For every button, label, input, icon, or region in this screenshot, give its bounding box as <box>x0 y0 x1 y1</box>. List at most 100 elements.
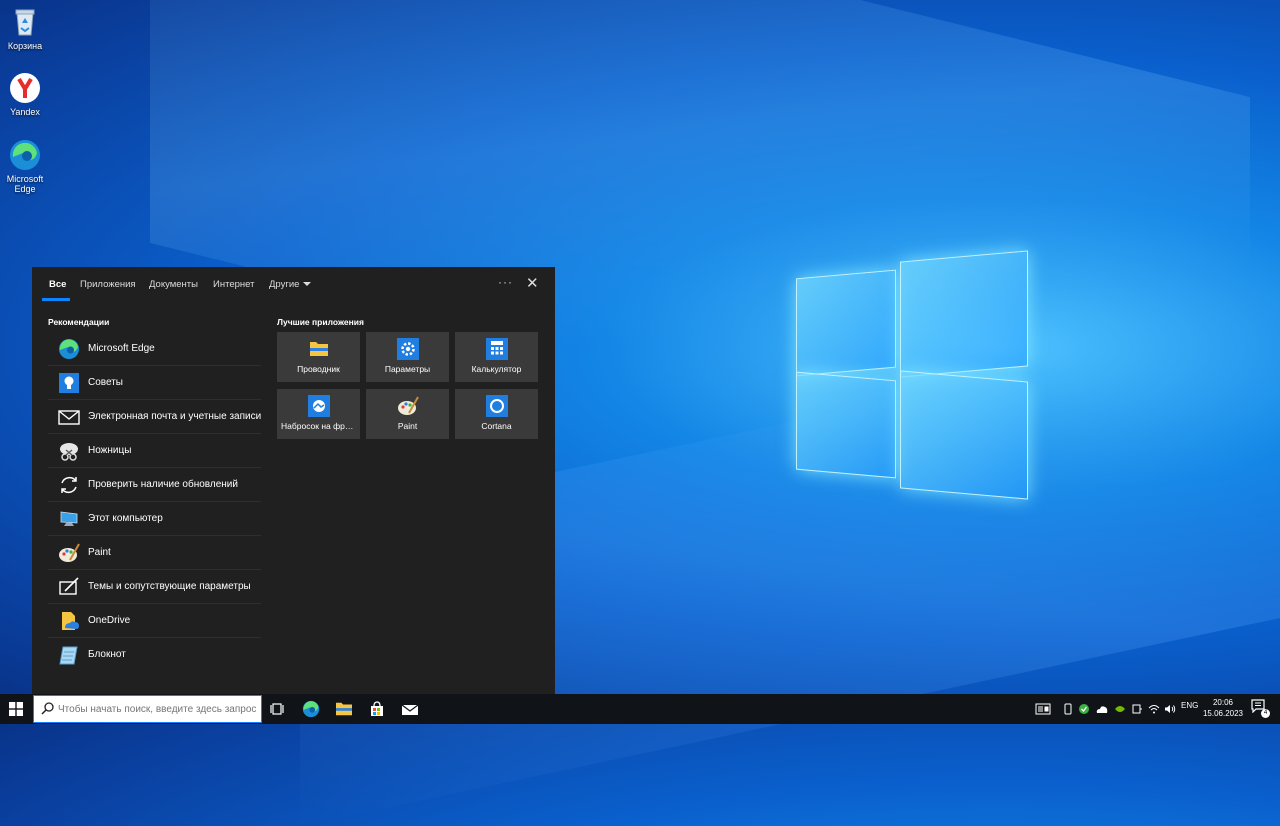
list-item[interactable]: Paint <box>48 536 261 570</box>
app-tile-label: Paint <box>397 421 418 431</box>
active-tab-indicator <box>42 298 70 301</box>
taskbar-clock[interactable]: 20:06 15.06.2023 <box>1200 697 1246 719</box>
list-item-label: Электронная почта и учетные записи <box>88 411 262 422</box>
desktop-icon-yandex[interactable]: Yandex <box>0 72 50 117</box>
language-indicator[interactable]: ENG <box>1181 701 1198 710</box>
desktop-icon-recycle-bin[interactable]: Корзина <box>0 6 50 51</box>
taskbar-mail-button[interactable] <box>398 697 422 721</box>
edge-icon <box>58 338 80 360</box>
recommendations-title: Рекомендации <box>48 317 110 327</box>
snipping-tool-icon <box>58 440 80 462</box>
notepad-icon <box>58 644 80 666</box>
action-center-button[interactable]: 4 <box>1251 699 1271 719</box>
search-panel: Все Приложения Документы Интернет Другие… <box>32 267 555 694</box>
taskbar-search-box[interactable] <box>33 695 262 723</box>
list-item[interactable]: Электронная почта и учетные записи <box>48 400 261 434</box>
list-item-label: Paint <box>88 547 111 558</box>
paint-icon <box>58 542 80 564</box>
recycle-bin-icon <box>9 6 41 38</box>
app-tile[interactable]: Набросок на фрагменте экрана <box>277 389 360 439</box>
list-item-label: Проверить наличие обновлений <box>88 479 238 490</box>
paint-icon <box>397 395 419 417</box>
list-item-label: OneDrive <box>88 615 131 626</box>
list-item[interactable]: OneDrive <box>48 604 261 638</box>
search-tabs: Все Приложения Документы Интернет Другие… <box>32 267 555 301</box>
list-item[interactable]: Этот компьютер <box>48 502 261 536</box>
search-input[interactable] <box>58 700 258 718</box>
computer-icon <box>58 508 80 530</box>
desktop-icon-label: Microsoft Edge <box>6 174 44 194</box>
onedrive-icon <box>58 610 80 632</box>
windows-icon <box>9 702 23 716</box>
news-icon <box>1035 703 1051 715</box>
store-icon <box>371 701 383 716</box>
taskbar-store-button[interactable] <box>365 697 389 721</box>
notification-count-badge: 4 <box>1261 709 1270 718</box>
taskbar-explorer-button[interactable] <box>332 697 356 721</box>
top-apps-title: Лучшие приложения <box>277 317 364 327</box>
list-item[interactable]: Темы и сопутствующие параметры <box>48 570 261 604</box>
list-item[interactable]: Советы <box>48 366 261 400</box>
gpu-tray-icon[interactable] <box>1112 697 1128 721</box>
app-tile-label: Проводник <box>297 364 340 374</box>
app-tile[interactable]: Параметры <box>366 332 449 382</box>
tab-documents[interactable]: Документы <box>149 279 198 290</box>
settings-icon <box>396 338 419 360</box>
more-options-button[interactable]: ··· <box>498 275 513 289</box>
tab-more-label: Другие <box>269 279 300 290</box>
list-item[interactable]: Блокнот <box>48 638 261 671</box>
file-explorer-icon <box>336 702 352 716</box>
file-explorer-icon <box>308 338 330 360</box>
power-tray-icon[interactable] <box>1129 697 1145 721</box>
list-item-label: Этот компьютер <box>88 513 163 524</box>
cloud-tray-icon[interactable] <box>1094 697 1110 721</box>
tab-apps[interactable]: Приложения <box>80 279 136 290</box>
close-button[interactable]: ✕ <box>526 274 539 292</box>
list-item-label: Microsoft Edge <box>88 343 155 354</box>
update-icon <box>58 474 80 496</box>
app-tile-label: Набросок на фрагменте экрана <box>281 421 360 431</box>
edge-icon <box>302 700 320 718</box>
app-tile[interactable]: Проводник <box>277 332 360 382</box>
taskbar: ENG 20:06 15.06.2023 4 <box>0 694 1280 724</box>
list-item[interactable]: Microsoft Edge <box>48 332 261 366</box>
clock-date: 15.06.2023 <box>1202 709 1244 718</box>
tips-icon <box>58 372 80 394</box>
tab-all[interactable]: Все <box>49 279 66 290</box>
tab-more[interactable]: Другие <box>269 279 312 290</box>
task-view-button[interactable] <box>265 697 289 721</box>
start-button[interactable] <box>0 694 32 724</box>
app-tile[interactable]: Калькулятор <box>455 332 538 382</box>
cortana-icon <box>485 395 508 417</box>
mail-icon <box>401 704 419 715</box>
recommendations-list: Microsoft Edge Советы Электронная почта … <box>48 332 261 671</box>
wifi-tray-icon[interactable] <box>1146 697 1162 721</box>
calculator-icon <box>485 338 508 360</box>
clock-time: 20:06 <box>1212 698 1234 707</box>
tab-web[interactable]: Интернет <box>213 279 254 290</box>
app-tile[interactable]: Paint <box>366 389 449 439</box>
security-tray-icon[interactable] <box>1077 697 1091 721</box>
themes-icon <box>58 576 80 598</box>
usb-tray-icon[interactable] <box>1061 697 1075 721</box>
windows-logo-wallpaper <box>796 250 1028 500</box>
app-tile-label: Cortana <box>481 421 512 431</box>
list-item-label: Ножницы <box>88 445 132 456</box>
desktop-icon-label: Yandex <box>10 107 40 117</box>
volume-tray-icon[interactable] <box>1162 697 1178 721</box>
mail-icon <box>58 406 80 428</box>
list-item[interactable]: Ножницы <box>48 434 261 468</box>
app-tile-label: Параметры <box>384 364 431 374</box>
app-tile[interactable]: Cortana <box>455 389 538 439</box>
list-item[interactable]: Проверить наличие обновлений <box>48 468 261 502</box>
list-item-label: Темы и сопутствующие параметры <box>88 581 251 592</box>
chevron-down-icon <box>303 282 312 287</box>
news-widget-button[interactable] <box>1031 697 1055 721</box>
edge-icon <box>9 139 41 171</box>
list-item-label: Блокнот <box>88 649 126 660</box>
desktop-icon-edge[interactable]: Microsoft Edge <box>0 139 50 194</box>
taskbar-edge-button[interactable] <box>299 697 323 721</box>
desktop-icon-label: Корзина <box>7 41 43 51</box>
app-tile-label: Калькулятор <box>471 364 522 374</box>
yandex-icon <box>9 72 41 104</box>
